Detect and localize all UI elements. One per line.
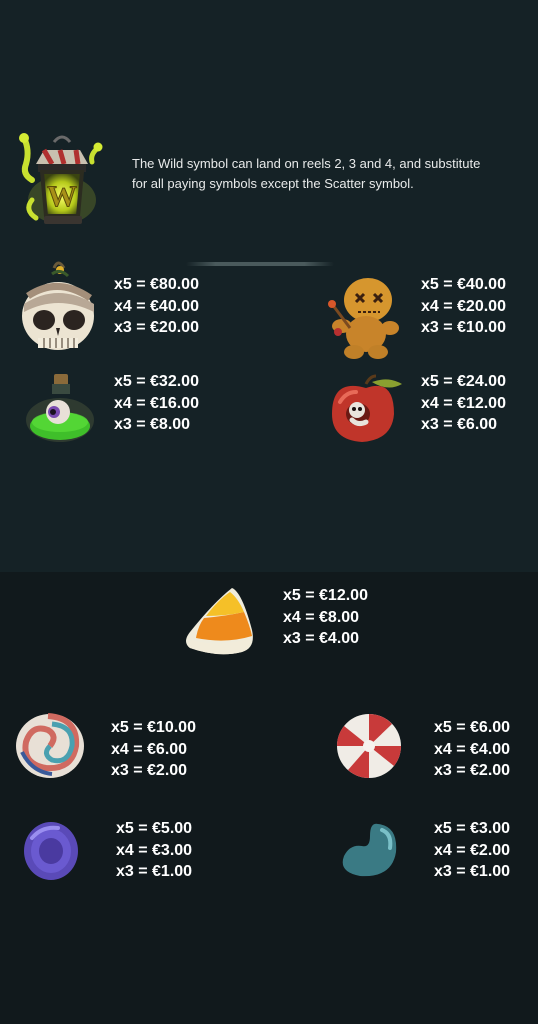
payout-x3: x3 = €1.00 — [434, 863, 511, 880]
jelly-bean-icon — [338, 820, 400, 880]
purple-candy-icon — [22, 820, 80, 882]
wild-lantern-icon: W — [14, 130, 110, 230]
payout-x4: x4 = €6.00 — [111, 740, 188, 758]
eyeball-potion-icon — [24, 372, 96, 444]
payout-x5: x5 = €6.00 — [434, 719, 511, 736]
payout-x5: x5 = €12.00 — [283, 587, 368, 604]
payout-x5: x5 = €10.00 — [111, 719, 196, 736]
payout-x3: x3 = €4.00 — [283, 630, 360, 647]
payout-x3: x3 = €20.00 — [114, 319, 199, 336]
payout-x4: x4 = €20.00 — [421, 297, 506, 315]
section-divider — [186, 262, 334, 266]
payout-x4: x4 = €3.00 — [116, 841, 193, 859]
wild-description: The Wild symbol can land on reels 2, 3 a… — [132, 156, 481, 191]
payout-x3: x3 = €10.00 — [421, 319, 506, 336]
payout-group-purple-candy: x5 = €5.00 x4 = €3.00 x3 = €1.00 — [116, 818, 192, 883]
payout-group-swirl-lollipop: x5 = €10.00 x4 = €6.00 x3 = €2.00 — [111, 717, 196, 782]
payout-x3: x3 = €8.00 — [114, 416, 191, 433]
skull-icon — [18, 258, 100, 352]
payout-x3: x3 = €1.00 — [116, 863, 193, 880]
wild-letter: W — [47, 180, 77, 213]
payout-x4: x4 = €4.00 — [434, 740, 511, 758]
paytable-lower-panel — [0, 572, 538, 1024]
payout-x3: x3 = €2.00 — [111, 762, 188, 779]
payout-x4: x4 = €40.00 — [114, 297, 199, 315]
payout-x4: x4 = €16.00 — [114, 394, 199, 412]
payout-group-peppermint: x5 = €6.00 x4 = €4.00 x3 = €2.00 — [434, 717, 510, 782]
payout-x5: x5 = €40.00 — [421, 276, 506, 293]
swirl-lollipop-icon — [14, 712, 86, 780]
payout-x5: x5 = €3.00 — [434, 820, 511, 837]
payout-x3: x3 = €6.00 — [421, 416, 498, 433]
payout-x5: x5 = €24.00 — [421, 373, 506, 390]
voodoo-doll-icon — [324, 274, 404, 360]
candy-corn-icon — [184, 584, 256, 660]
payout-group-apple: x5 = €24.00 x4 = €12.00 x3 = €6.00 — [421, 371, 506, 436]
payout-x5: x5 = €5.00 — [116, 820, 193, 837]
payout-x4: x4 = €8.00 — [283, 608, 360, 626]
payout-group-skull: x5 = €80.00 x4 = €40.00 x3 = €20.00 — [114, 274, 199, 339]
peppermint-candy-icon — [334, 712, 404, 780]
worm-apple-icon — [330, 374, 404, 444]
payout-x4: x4 = €2.00 — [434, 841, 511, 859]
payout-x3: x3 = €2.00 — [434, 762, 511, 779]
payout-x5: x5 = €80.00 — [114, 276, 199, 293]
payout-x5: x5 = €32.00 — [114, 373, 199, 390]
payout-group-potion: x5 = €32.00 x4 = €16.00 x3 = €8.00 — [114, 371, 199, 436]
payout-x4: x4 = €12.00 — [421, 394, 506, 412]
payout-group-jelly-bean: x5 = €3.00 x4 = €2.00 x3 = €1.00 — [434, 818, 510, 883]
payout-group-candy-corn: x5 = €12.00 x4 = €8.00 x3 = €4.00 — [283, 585, 368, 650]
payout-group-voodoo-doll: x5 = €40.00 x4 = €20.00 x3 = €10.00 — [421, 274, 506, 339]
